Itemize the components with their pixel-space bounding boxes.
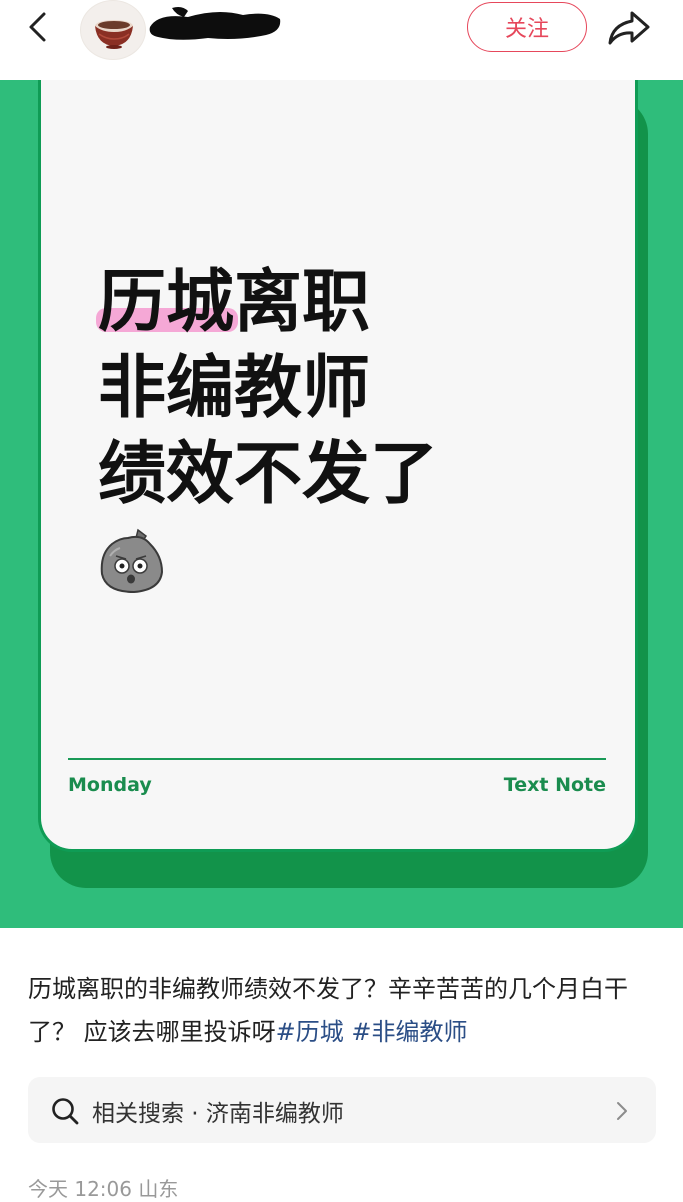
follow-button-label: 关注 <box>504 17 549 42</box>
card-footer-day: Monday <box>68 774 152 796</box>
chevron-right-icon <box>617 1102 627 1120</box>
card-headline: 历城离职 非编教师 绩效不发了 <box>95 260 598 518</box>
back-button[interactable] <box>22 10 56 44</box>
headline-line-3: 绩效不发了 <box>98 435 439 514</box>
share-button[interactable] <box>606 8 652 48</box>
search-icon <box>52 1098 79 1125</box>
highlighted-word: 历城 <box>95 260 239 346</box>
post-body: 历城离职的非编教师绩效不发了？辛辛苦苦的几个月白干了？ 应该去哪里投诉呀#历城 … <box>28 968 660 1054</box>
hashtag-licheng[interactable]: #历城 <box>276 1018 344 1046</box>
card-divider <box>68 758 606 760</box>
related-search-label: 相关搜索 · 济南非编教师 <box>92 1101 344 1127</box>
follow-button[interactable]: 关注 <box>467 2 587 52</box>
card-footer-type: Text Note <box>503 774 606 796</box>
author-avatar[interactable] <box>80 0 146 60</box>
post-image[interactable]: 历城离职 非编教师 绩效不发了 Monday Text Note <box>0 80 683 928</box>
post-location: 山东 <box>138 1177 179 1201</box>
headline-line-2: 非编教师 <box>98 349 371 428</box>
post-time: 今天 12:06 <box>28 1177 132 1201</box>
redacted-username <box>148 5 282 43</box>
hashtag-non-staff-teacher[interactable]: #非编教师 <box>351 1018 467 1046</box>
top-nav-bar: 关注 <box>0 0 683 80</box>
headline-line-1: 历城离职 <box>95 260 598 346</box>
share-arrow-icon <box>608 11 650 45</box>
related-search-bar[interactable]: 相关搜索 · 济南非编教师 <box>28 1077 656 1143</box>
post-meta: 今天 12:06 山东 <box>28 1173 178 1202</box>
sack-face-emoji-icon <box>98 526 166 596</box>
chevron-left-icon <box>29 12 46 42</box>
tea-bowl-icon <box>95 20 133 49</box>
